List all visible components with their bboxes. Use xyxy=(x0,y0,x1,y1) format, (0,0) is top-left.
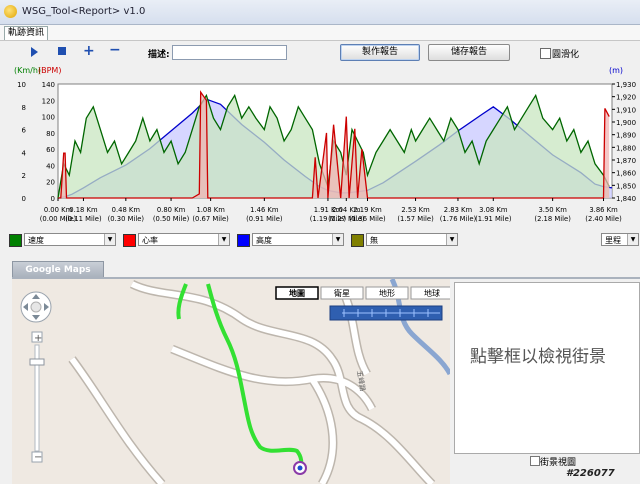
map-type-label: 地圖 xyxy=(289,288,305,298)
track-chart: (Km/h) (BPM) (m) 10864201401201008060402… xyxy=(14,66,636,223)
x-tick-mile: (0.50 Mile) xyxy=(153,215,190,223)
map-type-label: 地球 xyxy=(424,288,440,298)
hr-tick-label: 40 xyxy=(46,162,55,170)
tab-track-info[interactable]: 軌跡資訊 xyxy=(4,26,49,40)
zoom-in-icon: + xyxy=(34,333,42,344)
chevron-down-icon: ▼ xyxy=(332,234,343,245)
chevron-down-icon: ▼ xyxy=(218,234,229,245)
speed-tick-label: 10 xyxy=(17,81,26,89)
speed-tick-label: 0 xyxy=(22,195,26,203)
altitude-tick-label: 1,880 xyxy=(616,144,636,152)
x-tick-km: 1.46 Km xyxy=(250,206,279,214)
street-view-checkbox[interactable] xyxy=(530,456,540,466)
x-tick-km: 0.80 Km xyxy=(157,206,186,214)
x-tick-mile: (1.36 Mile) xyxy=(349,215,386,223)
hr-color-swatch[interactable] xyxy=(123,234,136,247)
x-tick-km: 3.08 Km xyxy=(479,206,508,214)
altitude-tick-label: 1,910 xyxy=(616,106,636,114)
zoom-out-icon: − xyxy=(34,452,42,463)
series4-select[interactable]: 無 ▼ xyxy=(366,233,458,246)
hr-tick-label: 140 xyxy=(42,81,55,89)
zoom-out-icon[interactable]: − xyxy=(109,43,121,57)
x-tick-km: 1.08 Km xyxy=(196,206,225,214)
speed-color-swatch[interactable] xyxy=(9,234,22,247)
hr-tick-label: 0 xyxy=(51,195,55,203)
map-type-label: 地形 xyxy=(379,288,395,298)
speed-tick-label: 8 xyxy=(22,104,26,112)
altitude-tick-label: 1,860 xyxy=(616,170,636,178)
x-tick-km: 2.19 Km xyxy=(353,206,382,214)
google-maps-tab[interactable]: Google Maps xyxy=(12,261,104,278)
x-tick-km: 2.83 Km xyxy=(444,206,473,214)
x-tick-km: 0.00 Km xyxy=(44,206,73,214)
hr-tick-label: 80 xyxy=(46,130,55,138)
description-input[interactable] xyxy=(172,45,287,60)
speed-axis-label: (Km/h) xyxy=(14,66,41,75)
x-tick-km: 3.86 Km xyxy=(589,206,618,214)
hr-axis-label: (BPM) xyxy=(38,66,61,75)
x-tick-mile: (1.57 Mile) xyxy=(397,215,434,223)
hr-tick-label: 120 xyxy=(42,97,55,105)
altitude-tick-label: 1,900 xyxy=(616,119,636,127)
speed-tick-label: 4 xyxy=(22,149,27,157)
hr-tick-label: 100 xyxy=(42,114,55,122)
x-tick-km: 0.48 Km xyxy=(112,206,141,214)
x-tick-km: 3.50 Km xyxy=(538,206,567,214)
make-report-button[interactable]: 製作報告 xyxy=(340,44,420,61)
x-tick-mile: (2.40 Mile) xyxy=(585,215,622,223)
smooth-checkbox[interactable] xyxy=(540,48,551,59)
chevron-down-icon: ▼ xyxy=(446,234,457,245)
series2-select[interactable]: 心率 ▼ xyxy=(138,233,230,246)
street-view-message: 點擊框以檢視街景 xyxy=(470,347,606,367)
chevron-down-icon: ▼ xyxy=(627,234,638,245)
none-color-swatch[interactable] xyxy=(351,234,364,247)
x-tick-mile: (2.18 Mile) xyxy=(534,215,571,223)
altitude-tick-label: 1,920 xyxy=(616,94,636,102)
speed-tick-label: 6 xyxy=(22,127,27,135)
zoom-in-icon[interactable]: + xyxy=(83,44,95,58)
chevron-down-icon: ▼ xyxy=(104,234,115,245)
street-view-panel[interactable] xyxy=(454,282,640,454)
window-title: WSG_Tool<Report> v1.0 xyxy=(22,6,146,17)
speed-tick-label: 2 xyxy=(22,172,26,180)
altitude-tick-label: 1,850 xyxy=(616,182,636,190)
altitude-axis-label: (m) xyxy=(609,66,623,75)
description-label: 描述: xyxy=(148,50,170,60)
hr-tick-label: 60 xyxy=(46,146,55,154)
series3-select[interactable]: 高度 ▼ xyxy=(252,233,344,246)
hr-tick-label: 20 xyxy=(46,179,55,187)
x-tick-mile: (1.91 Mile) xyxy=(475,215,512,223)
stop-icon[interactable] xyxy=(58,47,66,55)
series1-select[interactable]: 速度 ▼ xyxy=(24,233,116,246)
play-icon[interactable] xyxy=(31,47,38,57)
tab-strip xyxy=(0,25,640,41)
map-type-label: 衛星 xyxy=(334,288,350,298)
altitude-tick-label: 1,870 xyxy=(616,157,636,165)
x-tick-mile: (0.30 Mile) xyxy=(108,215,145,223)
zoom-slider-handle[interactable] xyxy=(29,358,45,366)
app-icon xyxy=(4,5,17,18)
watermark: #226077 xyxy=(566,468,615,479)
x-tick-mile: (0.67 Mile) xyxy=(192,215,229,223)
x-tick-mile: (1.76 Mile) xyxy=(440,215,477,223)
altitude-tick-label: 1,930 xyxy=(616,81,636,89)
x-tick-mile: (0.11 Mile) xyxy=(65,215,102,223)
gps-track xyxy=(176,283,304,469)
save-report-button[interactable]: 儲存報告 xyxy=(428,44,510,61)
altitude-color-swatch[interactable] xyxy=(237,234,250,247)
smooth-label: 圓滑化 xyxy=(552,50,580,60)
altitude-tick-label: 1,840 xyxy=(616,195,636,203)
street-view-checkbox-label: 街景視圖 xyxy=(540,458,577,468)
distance-unit-select[interactable]: 里程 ▼ xyxy=(601,233,639,246)
x-tick-mile: (0.91 Mile) xyxy=(246,215,283,223)
altitude-tick-label: 1,890 xyxy=(616,132,636,140)
x-tick-km: 0.18 Km xyxy=(69,206,98,214)
map-view[interactable]: 五峰路 + − 地圖 衛星 地形 地球 xyxy=(12,279,450,484)
x-tick-km: 2.53 Km xyxy=(401,206,430,214)
